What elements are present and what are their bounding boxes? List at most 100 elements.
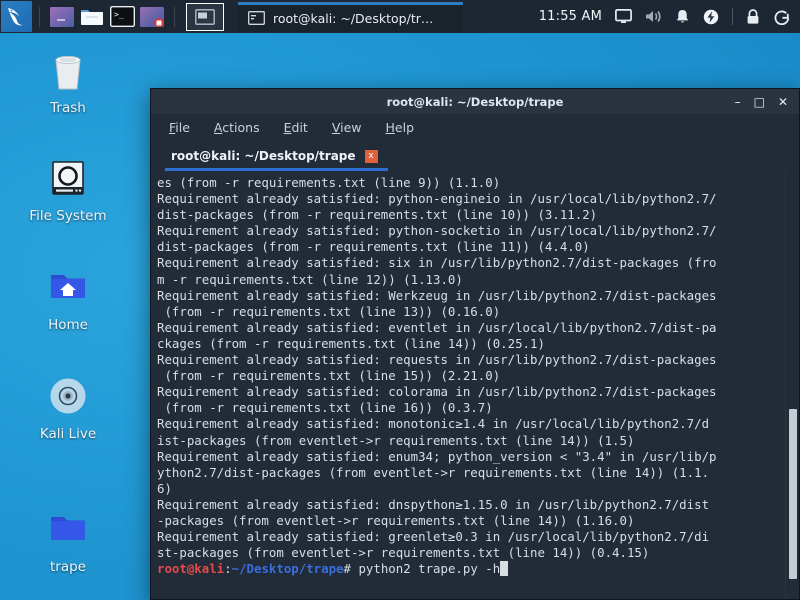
desktop-icon-trape[interactable]: trape bbox=[12, 504, 124, 575]
menu-actions-rest: ctions bbox=[222, 120, 260, 135]
terminal-window[interactable]: root@kali: ~/Desktop/trape – □ ✕ File Ac… bbox=[150, 88, 800, 600]
launcher-terminal[interactable]: >_ bbox=[109, 4, 135, 30]
workspace-button[interactable] bbox=[186, 2, 224, 31]
desktop-icon-home[interactable]: Home bbox=[12, 262, 124, 333]
panel-separator-2 bbox=[174, 6, 175, 27]
cd-disc-icon bbox=[43, 371, 93, 421]
notification-bell-icon[interactable] bbox=[675, 9, 690, 25]
panel-separator-1 bbox=[39, 6, 40, 27]
terminal-line: ist-packages (from eventlet->r requireme… bbox=[157, 432, 635, 448]
folder-icon bbox=[43, 504, 93, 554]
tab-close-icon[interactable]: x bbox=[364, 149, 378, 163]
panel-tray[interactable]: 11:55 AM bbox=[539, 8, 800, 25]
terminal-line: ckages (from -r requirements.txt (line 1… bbox=[157, 335, 545, 351]
desktop-icon-label: Trash bbox=[50, 100, 86, 116]
terminal-menubar[interactable]: File Actions Edit View Help bbox=[151, 114, 799, 141]
taskbar-window-label: root@kali: ~/Desktop/tr… bbox=[273, 10, 434, 26]
terminal-black-icon: >_ bbox=[109, 6, 135, 27]
terminal-screen[interactable]: es (from -r requirements.txt (line 9)) (… bbox=[151, 171, 785, 599]
volume-icon[interactable] bbox=[645, 9, 662, 24]
minimize-button[interactable]: – bbox=[735, 96, 741, 108]
terminal-line: Requirement already satisfied: colorama … bbox=[157, 384, 717, 400]
desktop-icon-label: Home bbox=[48, 317, 88, 333]
harddisk-icon bbox=[43, 153, 93, 203]
launcher-file-manager[interactable] bbox=[79, 4, 105, 30]
top-panel[interactable]: >_ root@kali: ~/Desktop/tr… 11:55 AM bbox=[0, 0, 800, 33]
terminal-line: Requirement already satisfied: requests … bbox=[157, 352, 717, 368]
display-icon[interactable] bbox=[615, 9, 632, 24]
terminal-line: Requirement already satisfied: python-en… bbox=[157, 191, 717, 207]
launcher-terminal-emulator[interactable] bbox=[49, 4, 75, 30]
prompt-command: python2 trape.py -h bbox=[358, 561, 501, 577]
terminal-line: Requirement already satisfied: monotonic… bbox=[157, 416, 710, 432]
home-folder-icon bbox=[43, 262, 93, 312]
terminal-line: -packages (from eventlet->r requirements… bbox=[157, 512, 635, 528]
terminal-line: (from -r requirements.txt (line 15)) (2.… bbox=[157, 368, 501, 384]
folder-icon bbox=[81, 9, 103, 25]
terminal-line: (from -r requirements.txt (line 13)) (0.… bbox=[157, 303, 501, 319]
maximize-button[interactable]: □ bbox=[754, 96, 765, 108]
terminal-line: dist-packages (from -r requirements.txt … bbox=[157, 239, 590, 255]
terminal-line: Requirement already satisfied: eventlet … bbox=[157, 319, 717, 335]
terminal-line: Requirement already satisfied: Werkzeug … bbox=[157, 287, 717, 303]
terminal-line: es (from -r requirements.txt (line 9)) (… bbox=[157, 175, 501, 190]
tray-separator bbox=[732, 8, 733, 25]
desktop[interactable]: Trash File System Home Kali Live trape r… bbox=[0, 0, 800, 600]
terminal-line: (from -r requirements.txt (line 16)) (0.… bbox=[157, 400, 493, 416]
terminal-line: Requirement already satisfied: six in /u… bbox=[157, 255, 717, 271]
desktop-icon-file-system[interactable]: File System bbox=[12, 153, 124, 224]
svg-text:>_: >_ bbox=[114, 10, 124, 19]
menu-file[interactable]: File bbox=[169, 120, 190, 135]
prompt-colon: : bbox=[224, 561, 232, 577]
trash-icon bbox=[43, 45, 93, 95]
desktop-icon-trash[interactable]: Trash bbox=[12, 45, 124, 116]
prompt-path: ~/Desktop/trape bbox=[231, 561, 344, 577]
taskbar-window-button[interactable]: root@kali: ~/Desktop/tr… bbox=[238, 1, 463, 32]
terminal-tabbar[interactable]: root@kali: ~/Desktop/trape x bbox=[151, 141, 799, 171]
terminal-purple-icon bbox=[50, 6, 74, 27]
prompt-user-host: root@kali bbox=[157, 561, 225, 577]
launcher-screen-recorder[interactable] bbox=[139, 4, 165, 30]
logout-icon[interactable] bbox=[773, 9, 790, 25]
window-icon bbox=[195, 8, 215, 25]
desktop-icon-label: Kali Live bbox=[39, 426, 97, 442]
prompt-sigil: # bbox=[343, 561, 359, 577]
terminal-line: 6) bbox=[157, 480, 172, 496]
clock[interactable]: 11:55 AM bbox=[539, 9, 602, 24]
terminal-body[interactable]: es (from -r requirements.txt (line 9)) (… bbox=[151, 171, 799, 599]
menu-view[interactable]: View bbox=[332, 120, 362, 135]
menu-help[interactable]: Help bbox=[386, 120, 415, 135]
terminal-scrollbar[interactable] bbox=[785, 171, 799, 599]
screen-record-icon bbox=[140, 6, 164, 27]
text-cursor bbox=[500, 561, 508, 577]
terminal-line: Requirement already satisfied: greenlet≥… bbox=[157, 529, 710, 545]
menu-edit-rest: dit bbox=[291, 120, 308, 135]
menu-view-rest: iew bbox=[340, 120, 362, 135]
desktop-icon-kali-live[interactable]: Kali Live bbox=[12, 371, 124, 442]
terminal-icon bbox=[248, 11, 265, 25]
terminal-line: m -r requirements.txt (line 12)) (1.13.0… bbox=[157, 271, 463, 287]
terminal-tab[interactable]: root@kali: ~/Desktop/trape x bbox=[151, 141, 388, 171]
close-button[interactable]: ✕ bbox=[778, 96, 788, 108]
terminal-line: ython2.7/dist-packages (from eventlet->r… bbox=[157, 464, 710, 480]
terminal-line: st-packages (from eventlet->r requiremen… bbox=[157, 545, 650, 561]
terminal-line: Requirement already satisfied: dnspython… bbox=[157, 496, 710, 512]
menu-edit[interactable]: Edit bbox=[284, 120, 308, 135]
power-manager-icon[interactable] bbox=[703, 9, 719, 25]
terminal-line: dist-packages (from -r requirements.txt … bbox=[157, 207, 598, 223]
menu-help-rest: elp bbox=[394, 120, 415, 135]
terminal-line: Requirement already satisfied: python-so… bbox=[157, 223, 717, 239]
terminal-titlebar[interactable]: root@kali: ~/Desktop/trape – □ ✕ bbox=[151, 89, 799, 114]
terminal-line: Requirement already satisfied: enum34; p… bbox=[157, 448, 717, 464]
scrollbar-thumb[interactable] bbox=[789, 409, 797, 579]
desktop-icon-label: trape bbox=[50, 559, 86, 575]
menu-file-rest: ile bbox=[175, 120, 190, 135]
desktop-icon-label: File System bbox=[29, 208, 107, 224]
terminal-tab-label: root@kali: ~/Desktop/trape bbox=[171, 149, 356, 163]
kali-menu-button[interactable] bbox=[1, 1, 32, 32]
kali-dragon-logo-icon bbox=[8, 8, 23, 26]
window-title: root@kali: ~/Desktop/trape bbox=[386, 94, 564, 109]
menu-actions[interactable]: Actions bbox=[214, 120, 260, 135]
terminal-prompt-line[interactable]: root@kali:~/Desktop/trape# python2 trape… bbox=[157, 561, 785, 577]
lock-screen-icon[interactable] bbox=[746, 8, 760, 25]
